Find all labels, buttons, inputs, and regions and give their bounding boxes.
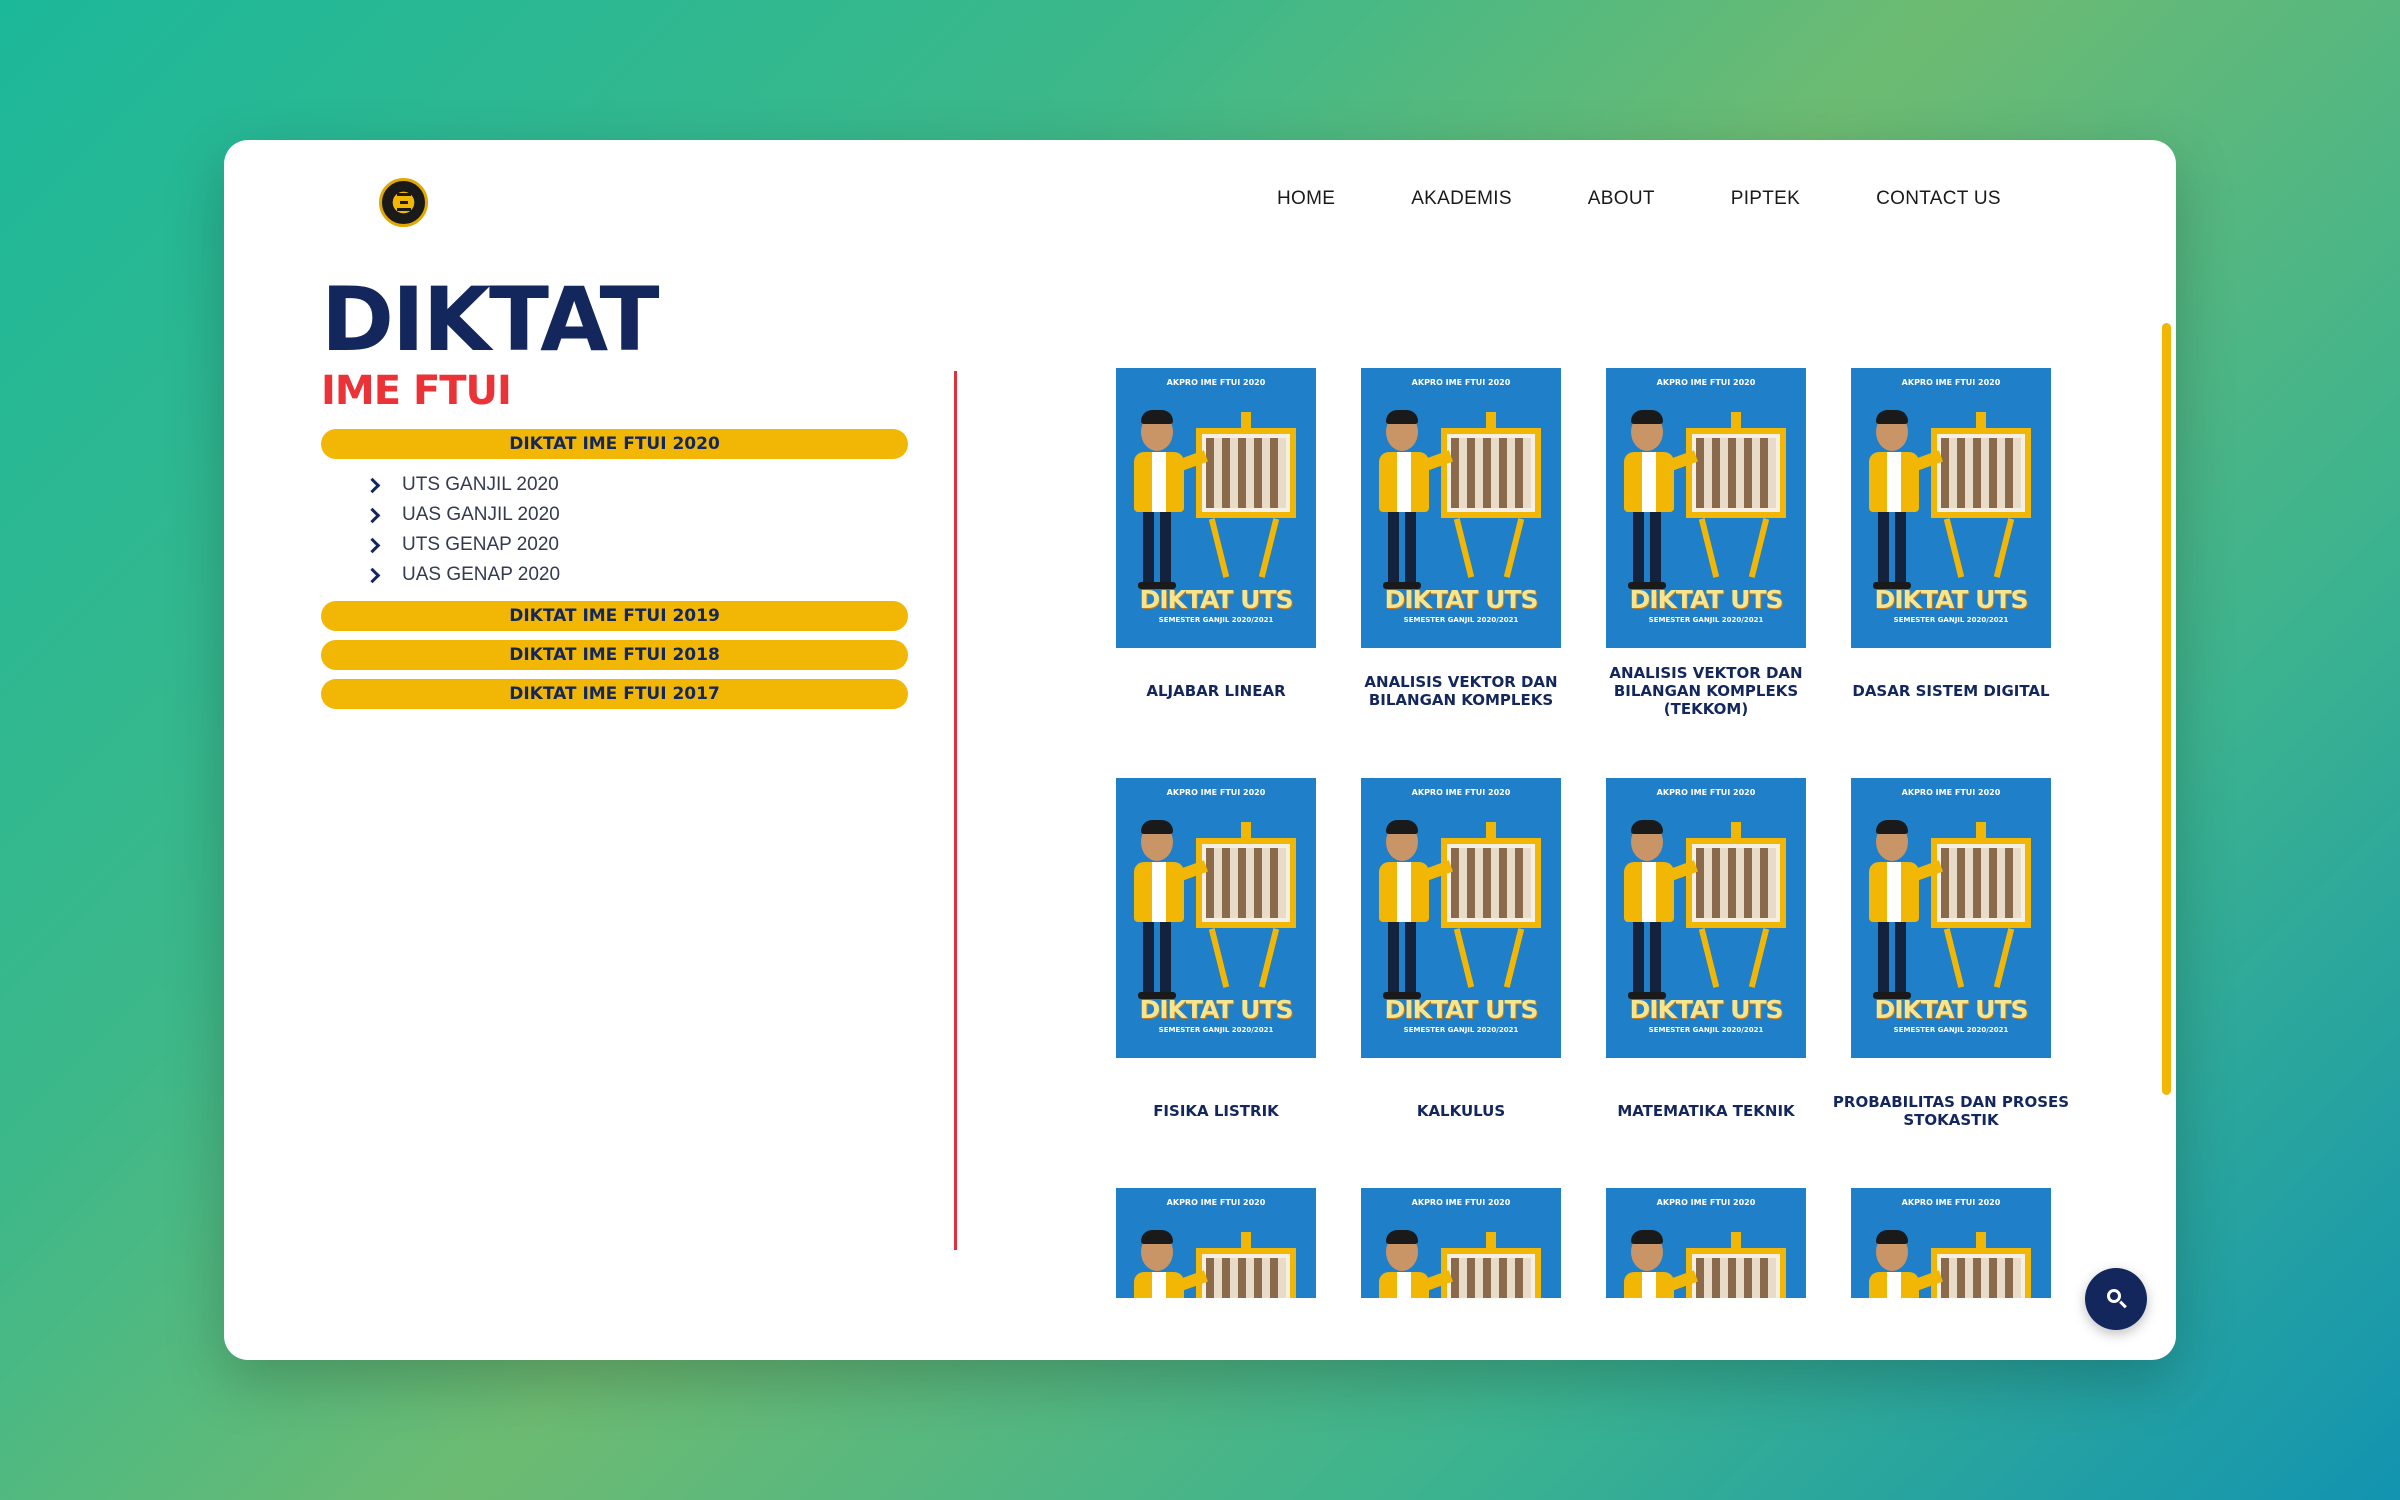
- scrollbar-thumb[interactable]: [2162, 323, 2171, 1095]
- sub-item-uts-ganjil-2020[interactable]: UTS GANJIL 2020: [364, 470, 560, 500]
- search-icon: [2107, 1289, 2121, 1303]
- book-cover-image[interactable]: AKPRO IME FTUI 2020 DIKTAT UTS SEMESTER GA…: [1851, 778, 2051, 1058]
- book-cover-image[interactable]: AKPRO IME FTUI 2020DIKTAT UTSSEMESTER GA…: [1851, 1188, 2051, 1298]
- book-cover-image[interactable]: AKPRO IME FTUI 2020DIKTAT UTSSEMESTER GA…: [1361, 1188, 1561, 1298]
- cover-title: DIKTAT UTS: [1629, 995, 1783, 1024]
- section-toggle-2019[interactable]: DIKTAT IME FTUI 2019: [321, 601, 908, 631]
- nav-home[interactable]: HOME: [1277, 188, 1335, 210]
- section-toggle-2017[interactable]: DIKTAT IME FTUI 2017: [321, 679, 908, 709]
- book-title[interactable]: MATEMATIKA TEKNIK: [1584, 1078, 1828, 1144]
- sub-item-label: UTS GANJIL 2020: [402, 474, 559, 495]
- sub-item-uas-genap-2020[interactable]: UAS GENAP 2020: [364, 560, 561, 590]
- section-toggle-2020[interactable]: DIKTAT IME FTUI 2020: [321, 429, 908, 459]
- book-cover-image[interactable]: AKPRO IME FTUI 2020DIKTAT UTSSEMESTER GA…: [1116, 1188, 1316, 1298]
- browser-window: HOME AKADEMIS ABOUT PIPTEK CONTACT US DI…: [224, 140, 2176, 1360]
- sub-item-label: UAS GANJIL 2020: [402, 504, 560, 525]
- book-cover-image[interactable]: AKPRO IME FTUI 2020 DIKTAT UTS SEMESTER GA…: [1361, 778, 1561, 1058]
- book-title[interactable]: ALJABAR LINEAR: [1116, 658, 1338, 724]
- cover-header: AKPRO IME FTUI 2020: [1901, 378, 2001, 387]
- cover-subtitle: SEMESTER GANJIL 2020/2021: [1648, 616, 1764, 624]
- book-title[interactable]: FISIKA LISTRIK: [1116, 1078, 1338, 1144]
- cover-title: DIKTAT UTS: [1629, 585, 1783, 614]
- sub-item-uas-ganjil-2020[interactable]: UAS GANJIL 2020: [364, 500, 560, 530]
- book-title[interactable]: ANALISIS VEKTOR DAN BILANGAN KOMPLEKS (T…: [1584, 658, 1828, 724]
- book-cover-image[interactable]: AKPRO IME FTUI 2020 DIKTAT UTS SEMESTER GA…: [1116, 368, 1316, 648]
- cover-header: AKPRO IME FTUI 2020: [1656, 788, 1756, 797]
- cover-subtitle: SEMESTER GANJIL 2020/2021: [1158, 1026, 1274, 1034]
- cover-subtitle: SEMESTER GANJIL 2020/2021: [1403, 616, 1519, 624]
- cover-header: AKPRO IME FTUI 2020: [1411, 1198, 1511, 1207]
- cover-header: AKPRO IME FTUI 2020: [1656, 378, 1756, 387]
- nav-akademis[interactable]: AKADEMIS: [1411, 188, 1512, 210]
- page-subtitle: IME FTUI: [321, 368, 512, 414]
- section-toggle-2018[interactable]: DIKTAT IME FTUI 2018: [321, 640, 908, 670]
- sub-item-list: UTS GANJIL 2020 UAS GANJIL 2020 UTS GENA…: [364, 470, 561, 590]
- chevron-right-icon: [364, 567, 381, 583]
- page-title: DIKTAT: [321, 268, 659, 371]
- cover-title: DIKTAT UTS: [1139, 585, 1293, 614]
- nav-piptek[interactable]: PIPTEK: [1731, 188, 1800, 210]
- cover-title: DIKTAT UTS: [1874, 585, 2028, 614]
- book-grid: AKPRO IME FTUI 2020 DIKTAT UTS SEMESTER GA…: [1116, 368, 2176, 1298]
- book-cover-image[interactable]: AKPRO IME FTUI 2020 DIKTAT UTS SEMESTER GA…: [1606, 368, 1806, 648]
- cover-subtitle: SEMESTER GANJIL 2020/2021: [1403, 1026, 1519, 1034]
- book-cover-image[interactable]: AKPRO IME FTUI 2020DIKTAT UTSSEMESTER GA…: [1606, 1188, 1806, 1298]
- book-title[interactable]: KALKULUS: [1339, 1078, 1583, 1144]
- sub-item-label: UTS GENAP 2020: [402, 534, 560, 555]
- main-nav: HOME AKADEMIS ABOUT PIPTEK CONTACT US: [1277, 188, 2001, 210]
- nav-about[interactable]: ABOUT: [1588, 188, 1655, 210]
- book-title[interactable]: PROBABILITAS DAN PROSES STOKASTIK: [1829, 1078, 2073, 1144]
- book-title[interactable]: DASAR SISTEM DIGITAL: [1829, 658, 2073, 724]
- chevron-right-icon: [364, 477, 381, 493]
- book-cover-image[interactable]: AKPRO IME FTUI 2020 DIKTAT UTS SEMESTER GA…: [1361, 368, 1561, 648]
- book-title[interactable]: ANALISIS VEKTOR DAN BILANGAN KOMPLEKS: [1339, 658, 1583, 724]
- cover-header: AKPRO IME FTUI 2020: [1901, 788, 2001, 797]
- cover-header: AKPRO IME FTUI 2020: [1166, 1198, 1266, 1207]
- chevron-right-icon: [364, 537, 381, 553]
- site-logo[interactable]: [379, 178, 428, 227]
- chevron-right-icon: [364, 507, 381, 523]
- cover-subtitle: SEMESTER GANJIL 2020/2021: [1158, 616, 1274, 624]
- sub-item-label: UAS GENAP 2020: [402, 564, 561, 585]
- cover-header: AKPRO IME FTUI 2020: [1901, 1198, 2001, 1207]
- cover-title: DIKTAT UTS: [1384, 995, 1538, 1024]
- book-cover-image[interactable]: AKPRO IME FTUI 2020 DIKTAT UTS SEMESTER GA…: [1116, 778, 1316, 1058]
- vertical-divider: [954, 371, 957, 1250]
- cover-header: AKPRO IME FTUI 2020: [1166, 788, 1266, 797]
- cover-header: AKPRO IME FTUI 2020: [1656, 1198, 1756, 1207]
- cover-title: DIKTAT UTS: [1874, 995, 2028, 1024]
- book-cover-image[interactable]: AKPRO IME FTUI 2020 DIKTAT UTS SEMESTER GA…: [1851, 368, 2051, 648]
- cover-header: AKPRO IME FTUI 2020: [1411, 788, 1511, 797]
- cover-subtitle: SEMESTER GANJIL 2020/2021: [1893, 616, 2009, 624]
- cover-title: DIKTAT UTS: [1384, 585, 1538, 614]
- cover-subtitle: SEMESTER GANJIL 2020/2021: [1648, 1026, 1764, 1034]
- cover-header: AKPRO IME FTUI 2020: [1411, 378, 1511, 387]
- cover-title: DIKTAT UTS: [1139, 995, 1293, 1024]
- cover-subtitle: SEMESTER GANJIL 2020/2021: [1893, 1026, 2009, 1034]
- sub-item-uts-genap-2020[interactable]: UTS GENAP 2020: [364, 530, 560, 560]
- search-button[interactable]: [2085, 1268, 2147, 1330]
- book-cover-image[interactable]: AKPRO IME FTUI 2020 DIKTAT UTS SEMESTER GA…: [1606, 778, 1806, 1058]
- nav-contact-us[interactable]: CONTACT US: [1876, 188, 2001, 210]
- cover-header: AKPRO IME FTUI 2020: [1166, 378, 1266, 387]
- logo-mark: [397, 193, 411, 211]
